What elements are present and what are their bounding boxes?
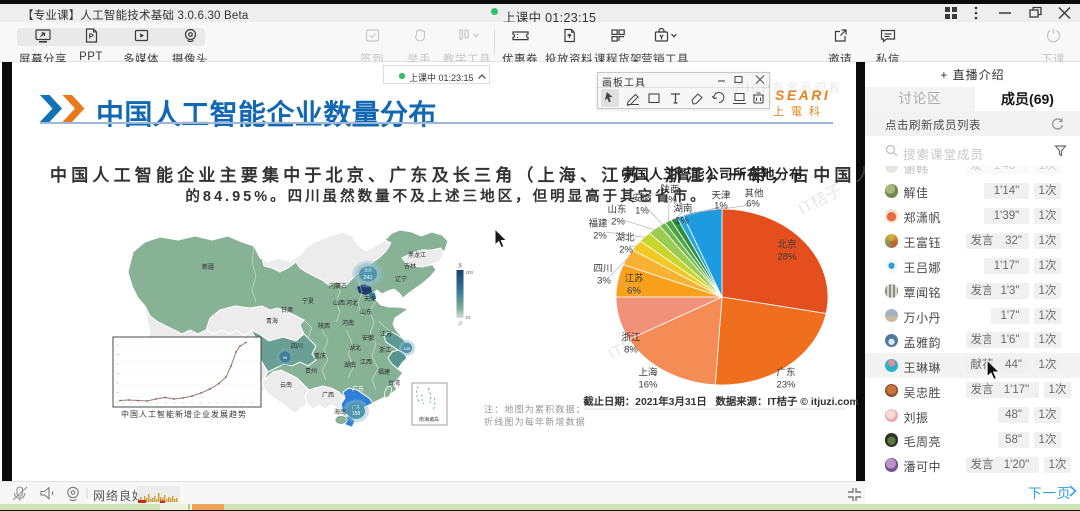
svg-text:江苏: 江苏 (624, 273, 644, 285)
svg-text:湖北: 湖北 (615, 233, 635, 244)
svg-text:P: P (88, 32, 93, 41)
svg-text:四川: 四川 (593, 264, 612, 275)
svg-text:3%: 3% (597, 276, 611, 287)
svg-text:上海: 上海 (638, 367, 658, 379)
svg-text:1%: 1% (714, 201, 728, 212)
svg-text:中国人工智能公司所在地分布: 中国人工智能公司所在地分布 (621, 166, 803, 182)
svg-text:IT桔子: IT桔子 (795, 181, 844, 219)
svg-text:湖南: 湖南 (673, 203, 692, 215)
svg-text:福建: 福建 (588, 218, 608, 230)
svg-text:北京: 北京 (777, 239, 796, 251)
svg-text:山东: 山东 (607, 204, 626, 216)
svg-text:2%: 2% (593, 231, 607, 242)
svg-text:16%: 16% (638, 380, 658, 391)
svg-text:8%: 8% (624, 345, 638, 356)
svg-text:23%: 23% (776, 380, 796, 391)
svg-text:截止日期：2021年3月31日 数据来源：IT桔子 ©: 截止日期：2021年3月31日 数据来源：IT桔子 © itjuzi.com (583, 395, 859, 408)
svg-text:浙江: 浙江 (621, 332, 641, 344)
svg-text:2%: 2% (619, 245, 633, 256)
svg-text:6%: 6% (746, 199, 760, 210)
svg-text:1%: 1% (635, 206, 649, 217)
svg-text:广东: 广东 (776, 367, 795, 379)
svg-text:2%: 2% (611, 217, 625, 228)
svg-text:1%: 1% (675, 216, 689, 227)
svg-text:6%: 6% (627, 286, 641, 297)
svg-text:28%: 28% (777, 252, 797, 263)
svg-text:安徽: 安徽 (632, 193, 652, 205)
